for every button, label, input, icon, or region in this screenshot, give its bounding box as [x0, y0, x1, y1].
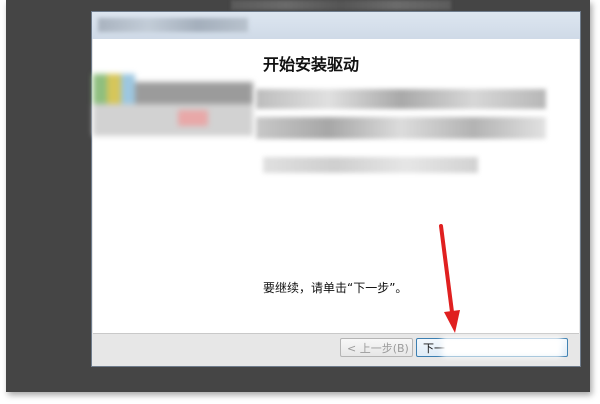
blurred-description-line-2: [256, 117, 546, 139]
continue-instruction: 要继续，请单击“下一步”。: [263, 281, 408, 295]
blurred-next-button-text: [442, 337, 562, 357]
blurred-logo: [93, 74, 253, 136]
page-title: 开始安装驱动: [263, 55, 360, 74]
dialog-titlebar[interactable]: [92, 12, 580, 39]
blurred-description-line-3: [263, 157, 478, 173]
blurred-window-title: [98, 18, 248, 32]
dialog-content: 开始安装驱动 要继续，请单击“下一步”。: [93, 39, 579, 333]
blurred-taskbar-region: [231, 0, 451, 10]
back-button[interactable]: < 上一步(B): [340, 338, 413, 357]
blurred-description-line-1: [256, 89, 546, 109]
button-area-divider: [93, 333, 579, 334]
installer-dialog: 开始安装驱动 要继续，请单击“下一步”。 < 上一步(B) 下一: [91, 11, 581, 367]
